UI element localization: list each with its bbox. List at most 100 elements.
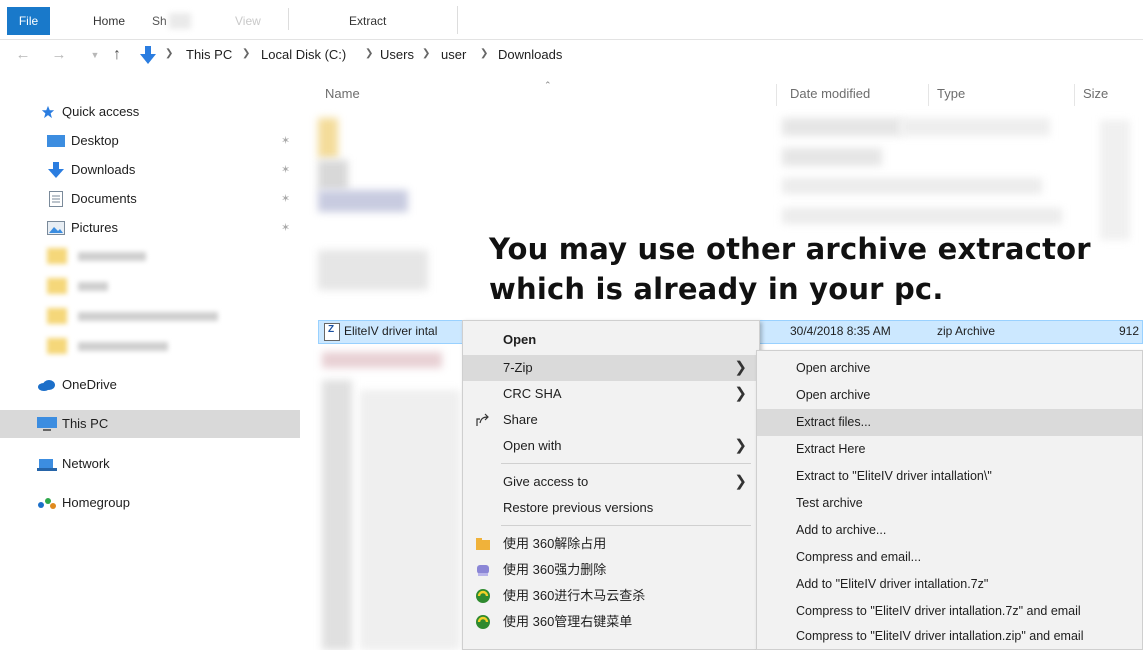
submenu-item-extract-here[interactable]: Extract Here	[757, 436, 1142, 463]
nav-item-label: OneDrive	[62, 377, 117, 392]
menu-item-share[interactable]: Share	[463, 407, 759, 433]
documents-icon	[49, 191, 63, 207]
folder-icon	[47, 308, 67, 324]
column-header-date[interactable]: Date modified	[790, 86, 870, 101]
blurred-row	[782, 178, 1042, 194]
breadcrumb-separator-icon: ❯	[480, 48, 489, 59]
ribbon-divider	[457, 6, 458, 34]
tab-home[interactable]: Home	[87, 9, 131, 33]
file-date: 30/4/2018 8:35 AM	[790, 324, 891, 338]
breadcrumb-local-disk[interactable]: Local Disk (C:)	[261, 47, 346, 62]
nav-item-label: Downloads	[71, 162, 136, 177]
breadcrumb-this-pc[interactable]: This PC	[186, 47, 232, 62]
blurred-type	[900, 118, 1050, 136]
pictures-icon	[47, 221, 65, 235]
breadcrumb-user[interactable]: user	[441, 47, 466, 62]
submenu-item-compress-and-email[interactable]: Compress and email...	[757, 544, 1142, 571]
star-icon	[41, 105, 55, 119]
nav-item-pictures[interactable]: Pictures ✶	[0, 214, 300, 242]
submenu-item-label: Compress and email...	[796, 550, 922, 564]
submenu-item-test-archive[interactable]: Test archive	[757, 490, 1142, 517]
submenu-item-add-to-7z[interactable]: Add to "EliteIV driver intallation.7z"	[757, 571, 1142, 598]
menu-item-7zip[interactable]: 7-Zip ❯	[463, 355, 759, 381]
nav-item-desktop[interactable]: Desktop ✶	[0, 127, 300, 155]
column-divider[interactable]	[928, 84, 929, 106]
nav-item-documents[interactable]: Documents ✶	[0, 185, 300, 213]
submenu-item-label: Open archive	[796, 361, 871, 375]
menu-item-label: Share	[503, 412, 538, 427]
nav-item-downloads[interactable]: Downloads ✶	[0, 156, 300, 184]
pin-icon[interactable]: ✶	[281, 185, 290, 213]
tab-view[interactable]: View	[229, 9, 267, 33]
computer-icon	[37, 417, 57, 431]
nav-quick-access[interactable]: Quick access	[0, 98, 300, 126]
folder-icon	[47, 338, 67, 354]
submenu-item-compress-7z-email[interactable]: Compress to "EliteIV driver intallation.…	[757, 598, 1142, 625]
back-arrow-icon[interactable]: ←	[14, 46, 32, 64]
caption-line-2: which is already in your pc.	[489, 272, 944, 306]
pin-icon[interactable]: ✶	[281, 156, 290, 184]
nav-item-label: Pictures	[71, 220, 118, 235]
tab-extract[interactable]: Extract	[343, 9, 392, 33]
menu-item-360-trojan-scan[interactable]: 使用 360进行木马云查杀	[463, 583, 759, 609]
column-header-type[interactable]: Type	[937, 86, 965, 101]
submenu-arrow-icon: ❯	[734, 359, 747, 376]
menu-item-crc-sha[interactable]: CRC SHA ❯	[463, 381, 759, 407]
network-icon	[37, 459, 57, 471]
download-arrow-icon	[48, 162, 64, 178]
menu-item-label: 使用 360解除占用	[503, 536, 607, 551]
column-header-size[interactable]: Size	[1083, 86, 1108, 101]
nav-item-label: Documents	[71, 191, 137, 206]
breadcrumb-users[interactable]: Users	[380, 47, 414, 62]
menu-item-360-force-delete[interactable]: 使用 360强力删除	[463, 557, 759, 583]
submenu-item-open-archive-2[interactable]: Open archive	[757, 382, 1142, 409]
menu-item-restore-previous-versions[interactable]: Restore previous versions	[463, 495, 759, 521]
tab-file[interactable]: File	[7, 7, 50, 35]
blurred-file-name	[318, 190, 408, 212]
blurred-file-name	[360, 390, 460, 650]
breadcrumb-downloads[interactable]: Downloads	[498, 47, 562, 62]
nav-item-homegroup[interactable]: Homegroup	[0, 489, 300, 517]
folder-icon	[47, 248, 67, 264]
folder-icon	[47, 278, 67, 294]
blurred-folder-name	[78, 252, 146, 261]
blurred-folder-name	[78, 312, 218, 321]
submenu-item-open-archive[interactable]: Open archive	[757, 355, 1142, 382]
menu-separator	[501, 463, 751, 464]
pin-icon[interactable]: ✶	[281, 214, 290, 242]
submenu-item-label: Open archive	[796, 388, 871, 402]
submenu-item-add-to-archive[interactable]: Add to archive...	[757, 517, 1142, 544]
nav-item-network[interactable]: Network	[0, 450, 300, 478]
pin-icon[interactable]: ✶	[281, 127, 290, 155]
submenu-arrow-icon: ❯	[734, 473, 747, 490]
column-divider[interactable]	[1074, 84, 1075, 106]
menu-item-360-manage-menu[interactable]: 使用 360管理右键菜单	[463, 609, 759, 635]
breadcrumb-separator-icon: ❯	[365, 48, 374, 59]
360-shield-icon	[476, 615, 490, 629]
submenu-item-extract-to-folder[interactable]: Extract to "EliteIV driver intallation\"	[757, 463, 1142, 490]
navigation-pane: Quick access Desktop ✶ Downloads ✶ Docum…	[0, 90, 300, 650]
downloads-folder-icon	[140, 46, 156, 64]
forward-arrow-icon[interactable]: →	[50, 46, 68, 64]
share-icon	[476, 413, 489, 426]
tab-share[interactable]: Sh	[146, 9, 173, 33]
menu-item-open-with[interactable]: Open with ❯	[463, 433, 759, 459]
submenu-arrow-icon: ❯	[734, 385, 747, 402]
nav-item-this-pc[interactable]: This PC	[0, 410, 300, 438]
menu-item-360-unlock[interactable]: 使用 360解除占用	[463, 531, 759, 557]
breadcrumb-separator-icon: ❯	[422, 48, 431, 59]
menu-item-open[interactable]: Open	[463, 327, 759, 353]
menu-item-give-access[interactable]: Give access to ❯	[463, 469, 759, 495]
submenu-item-extract-files[interactable]: Extract files...	[757, 409, 1142, 436]
up-arrow-icon[interactable]: ↑	[108, 46, 126, 64]
blurred-date	[782, 118, 902, 136]
breadcrumb-separator-icon: ❯	[165, 48, 174, 59]
column-header-name[interactable]: Name	[325, 86, 360, 101]
submenu-item-label: Compress to "EliteIV driver intallation.…	[796, 604, 1081, 618]
nav-item-onedrive[interactable]: OneDrive	[0, 371, 300, 399]
homegroup-icon	[38, 498, 56, 509]
column-divider[interactable]	[776, 84, 777, 106]
submenu-item-compress-zip-email[interactable]: Compress to "EliteIV driver intallation.…	[757, 623, 1142, 650]
recent-locations-chevron-icon[interactable]: ▼	[86, 46, 104, 64]
address-bar: ← → ▼ ↑ ❯ This PC ❯ Local Disk (C:) ❯ Us…	[0, 42, 1143, 70]
